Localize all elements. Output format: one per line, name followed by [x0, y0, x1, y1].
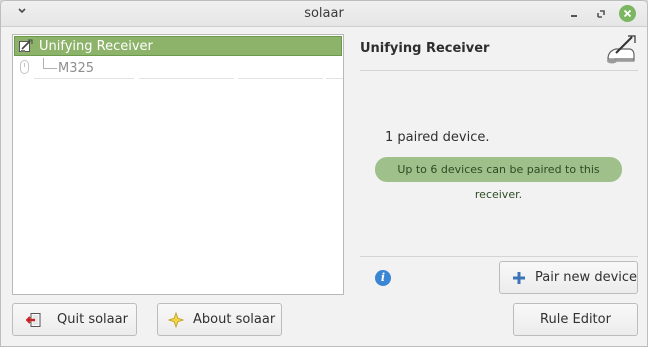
mouse-icon — [20, 60, 29, 74]
rule-editor-button[interactable]: Rule Editor — [513, 303, 638, 336]
panel-separator — [360, 256, 638, 257]
device-tree[interactable]: Unifying Receiver M325 — [12, 34, 344, 295]
close-icon — [623, 9, 632, 18]
maximize-button[interactable] — [593, 6, 609, 22]
pair-button-label: Pair new device — [535, 270, 638, 285]
plus-icon — [513, 272, 525, 284]
column-divider — [238, 78, 323, 79]
receiver-icon — [19, 39, 33, 52]
receiver-label: Unifying Receiver — [39, 39, 153, 54]
rule-editor-button-label: Rule Editor — [540, 312, 611, 327]
about-button[interactable]: About solaar — [157, 303, 282, 336]
column-divider — [326, 78, 343, 79]
tree-item-receiver[interactable]: Unifying Receiver — [14, 36, 342, 56]
pairing-capacity-notice: Up to 6 devices can be paired to this re… — [375, 157, 622, 201]
tree-branch-line — [43, 58, 57, 69]
column-divider — [139, 78, 234, 79]
window-title: solaar — [304, 6, 344, 21]
panel-separator — [360, 70, 638, 71]
panel-title: Unifying Receiver — [360, 41, 490, 56]
star-icon — [168, 312, 184, 328]
paired-count-text: 1 paired device. — [385, 130, 490, 145]
exit-icon — [26, 313, 41, 327]
receiver-large-icon — [607, 35, 636, 64]
close-button[interactable] — [619, 5, 636, 22]
column-divider — [34, 78, 134, 79]
minimize-button[interactable] — [566, 6, 582, 22]
quit-button-label: Quit solaar — [57, 312, 128, 327]
solaar-window: solaar Unifying Receiver M325 Unifying R… — [0, 0, 648, 347]
title-bar: solaar — [1, 1, 647, 27]
quit-button[interactable]: Quit solaar — [12, 303, 137, 336]
maximize-icon — [597, 10, 605, 18]
device-label: M325 — [58, 61, 95, 76]
pair-new-device-button[interactable]: Pair new device — [499, 261, 638, 294]
minimize-icon — [571, 15, 577, 17]
tree-item-device[interactable]: M325 — [14, 58, 342, 78]
info-icon[interactable]: i — [375, 270, 391, 286]
about-button-label: About solaar — [193, 312, 276, 327]
